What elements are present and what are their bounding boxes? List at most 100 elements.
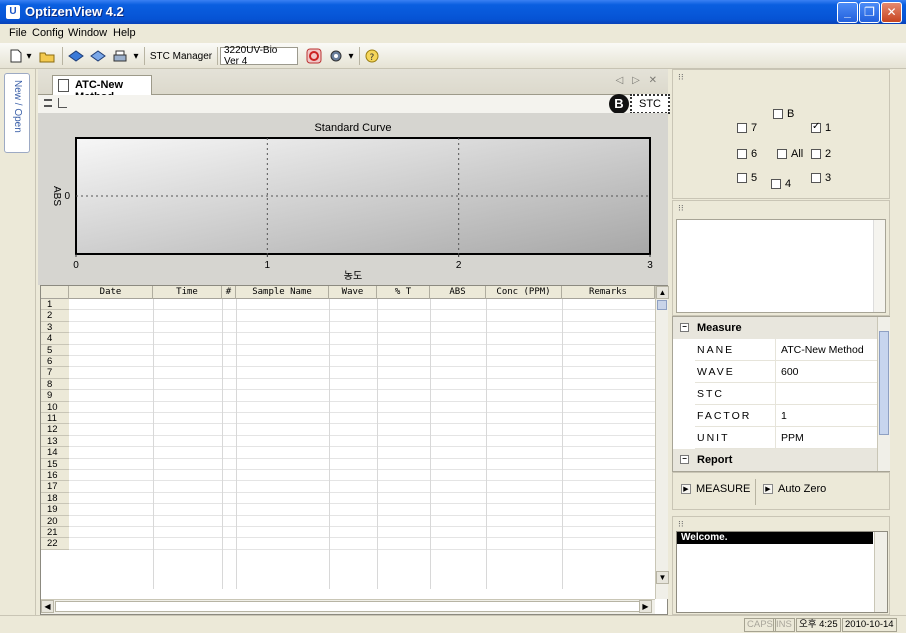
row-header[interactable]: 14 [41,447,69,459]
property-value[interactable]: ATC-New Method [775,339,864,361]
maximize-button[interactable]: ❐ [859,2,880,23]
list-view-icon[interactable] [44,99,52,107]
row-header[interactable]: 6 [41,356,69,368]
property-scrollbar[interactable] [877,317,890,471]
scroll-left-icon[interactable]: ◀ [41,600,54,613]
scroll-down-icon[interactable]: ▼ [656,571,669,584]
checkbox-5[interactable]: 5 [737,172,757,184]
grid-horizontal-scrollbar[interactable]: ◀ ▶ [41,599,655,614]
record-icon[interactable] [304,46,324,66]
row-header[interactable]: 1 [41,299,69,311]
tab-atc-new-method[interactable]: ATC-New Method [52,75,152,103]
minimize-button[interactable]: _ [837,2,858,23]
row-header[interactable]: 17 [41,481,69,493]
column-header[interactable]: Sample Name [236,286,329,299]
row-header[interactable]: 22 [41,538,69,550]
print-icon[interactable] [110,46,130,66]
property-row[interactable]: WAVE 600 [695,361,878,383]
checkbox-unchecked-icon[interactable] [777,149,787,159]
checkbox-3[interactable]: 3 [811,172,831,184]
column-header[interactable]: Remarks [562,286,655,299]
open-folder-icon[interactable] [36,46,58,66]
column-header[interactable]: Time [153,286,222,299]
collapse-icon[interactable]: − [680,455,689,464]
auto-zero-button[interactable]: ▶ Auto Zero [763,483,826,495]
column-header[interactable]: # [222,286,236,299]
row-header[interactable]: 11 [41,413,69,425]
column-header[interactable]: % T [377,286,430,299]
row-header[interactable]: 13 [41,435,69,448]
row-header[interactable]: 10 [41,401,69,413]
new-file-icon[interactable] [6,46,26,66]
checkbox-b[interactable]: B [773,108,794,120]
checkbox-4[interactable]: 4 [771,178,791,190]
column-header[interactable]: Conc (PPM) [486,286,562,299]
property-row[interactable]: FACTOR 1 [695,405,878,427]
stc-manager-button[interactable]: STC Manager [148,46,214,66]
log-output[interactable]: Welcome. [676,531,888,613]
property-value[interactable]: PPM [775,427,804,449]
row-header[interactable]: 2 [41,310,69,322]
row-header[interactable]: 16 [41,470,69,482]
column-header[interactable]: Wave [329,286,377,299]
menu-config[interactable]: Config [32,27,64,39]
scroll-right-icon[interactable]: ▶ [639,600,652,613]
hscroll-thumb[interactable] [55,601,651,612]
checkbox-2[interactable]: 2 [811,148,831,160]
collapse-icon[interactable]: − [680,323,689,332]
settings-dropdown-icon[interactable]: ▾ [346,46,356,66]
row-header[interactable]: 5 [41,344,69,356]
property-value[interactable]: 1 [775,405,787,427]
row-header[interactable]: 15 [41,458,69,470]
row-header[interactable]: 12 [41,424,69,436]
print-dropdown-icon[interactable]: ▾ [131,46,141,66]
row-header[interactable]: 8 [41,378,69,391]
property-row[interactable]: UNIT PPM [695,427,878,449]
property-row[interactable]: NANE ATC-New Method [695,339,878,361]
new-open-dock-tab[interactable]: New / Open [4,73,30,153]
grid-vertical-scrollbar[interactable]: ▲ ▼ [655,286,669,599]
column-header[interactable]: ABS [430,286,486,299]
property-value[interactable] [775,383,781,405]
results-grid[interactable]: Date Time # Sample Name Wave% T ABS Conc (PPM)… [40,285,669,615]
info-list[interactable] [676,219,886,313]
row-header[interactable]: 9 [41,390,69,402]
menu-window[interactable]: Window [68,27,107,39]
report-section-header[interactable]: − Report [673,449,878,471]
checkbox-unchecked-icon[interactable] [771,179,781,189]
checkbox-7[interactable]: 7 [737,122,757,134]
checkbox-unchecked-icon[interactable] [737,149,747,159]
menu-file[interactable]: File [9,27,27,39]
log-scrollbar[interactable] [874,532,887,612]
instrument-selector[interactable]: 3220UV-Bio Ver 4 [220,45,298,67]
checkbox-unchecked-icon[interactable] [737,173,747,183]
row-header[interactable]: 21 [41,527,69,539]
checkbox-unchecked-icon[interactable] [811,149,821,159]
property-value[interactable]: 600 [775,361,799,383]
property-grid[interactable]: − Measure NANE ATC-New Method WAVE 600 STC FA… [672,316,890,472]
checkbox-unchecked-icon[interactable] [811,173,821,183]
chart-view-icon[interactable] [58,98,67,108]
checkbox-all[interactable]: All [777,148,803,160]
measure-section-header[interactable]: − Measure [673,317,878,339]
measure-icon[interactable] [66,46,86,66]
checkbox-checked-icon[interactable] [811,121,821,133]
auto-zero-icon[interactable] [88,46,108,66]
checkbox-6[interactable]: 6 [737,148,757,160]
row-header[interactable]: 3 [41,321,69,334]
checkbox-unchecked-icon[interactable] [773,109,783,119]
scroll-thumb[interactable] [879,331,889,435]
scroll-thumb[interactable] [657,300,667,310]
help-icon[interactable]: ? [362,46,382,66]
info-scrollbar[interactable] [873,220,885,312]
scroll-up-icon[interactable]: ▲ [656,286,669,299]
row-header[interactable]: 19 [41,504,69,516]
row-header[interactable]: 7 [41,367,69,379]
checkbox-1[interactable]: 1 [811,121,831,134]
row-header[interactable]: 18 [41,492,69,505]
settings-gear-icon[interactable] [326,46,346,66]
checkbox-unchecked-icon[interactable] [737,123,747,133]
property-row[interactable]: STC [695,383,878,405]
row-header[interactable]: 4 [41,333,69,345]
row-header[interactable]: 20 [41,515,69,527]
